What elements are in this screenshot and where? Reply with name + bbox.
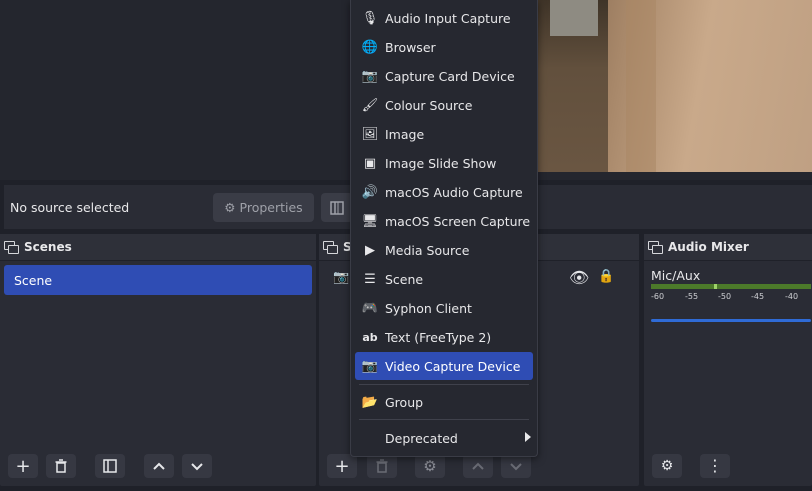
- scenes-header: Scenes: [0, 234, 316, 261]
- remove-source-button[interactable]: [367, 454, 397, 478]
- scene-list-item[interactable]: Scene: [4, 265, 312, 295]
- volume-slider[interactable]: [651, 319, 811, 322]
- menu-item-image-slide-show[interactable]: ▣ Image Slide Show: [355, 149, 533, 177]
- move-source-up-button[interactable]: [463, 454, 493, 478]
- menu-item-audio-input-capture[interactable]: 🎙 Audio Input Capture: [355, 4, 533, 32]
- menu-separator: [359, 384, 529, 385]
- meter-tick: -45: [751, 292, 765, 301]
- menu-item-capture-card-device[interactable]: 📷 Capture Card Device: [355, 62, 533, 90]
- meter-tick: -60: [651, 292, 665, 301]
- plus-icon: +: [334, 455, 350, 477]
- menu-item-text-freetype[interactable]: ab Text (FreeType 2): [355, 323, 533, 351]
- filters-button[interactable]: [321, 193, 353, 222]
- dock-float-icon[interactable]: [323, 241, 338, 254]
- mixer-menu-button[interactable]: ⋮: [700, 454, 730, 478]
- menu-item-group[interactable]: 📂 Group: [355, 388, 533, 416]
- speaker-icon: 🔊: [361, 184, 379, 200]
- add-source-button[interactable]: +: [327, 454, 357, 478]
- trash-icon: [55, 459, 67, 473]
- move-source-down-button[interactable]: [501, 454, 531, 478]
- menu-item-scene[interactable]: ☰ Scene: [355, 265, 533, 293]
- source-properties-button[interactable]: ⚙: [415, 454, 445, 478]
- scene-filters-button[interactable]: [95, 454, 125, 478]
- dock-float-icon[interactable]: [648, 241, 663, 254]
- scene-item-label: Scene: [14, 272, 53, 288]
- menu-item-browser[interactable]: 🌐 Browser: [355, 33, 533, 61]
- menu-item-colour-source[interactable]: 🖌 Colour Source: [355, 91, 533, 119]
- trash-icon: [376, 459, 388, 473]
- filter-icon: [103, 459, 117, 473]
- add-source-menu: 🎙 Audio Input Capture 🌐 Browser 📷 Captur…: [350, 0, 538, 457]
- vertical-dots-icon: ⋮: [707, 456, 723, 475]
- preview-video: [536, 0, 812, 172]
- plus-icon: +: [15, 455, 31, 477]
- scenes-title: Scenes: [24, 240, 72, 254]
- meter-tick: -40: [785, 292, 799, 301]
- folder-icon: 📂: [361, 394, 379, 410]
- menu-item-macos-audio-capture[interactable]: 🔊 macOS Audio Capture: [355, 178, 533, 206]
- menu-item-deprecated[interactable]: Deprecated: [355, 424, 533, 452]
- gears-icon: ⚙: [660, 458, 674, 474]
- chevron-down-icon: [510, 463, 522, 471]
- play-icon: ▶: [365, 242, 375, 258]
- menu-separator: [359, 419, 529, 420]
- gamepad-icon: 🎮: [361, 300, 379, 316]
- chevron-down-icon: [191, 463, 203, 471]
- menu-item-media-source[interactable]: ▶ Media Source: [355, 236, 533, 264]
- move-scene-up-button[interactable]: [144, 454, 174, 478]
- deprecated-label: Deprecated: [385, 430, 458, 446]
- filter-icon: [330, 200, 344, 215]
- camera-icon: 📷: [333, 270, 350, 285]
- mixer-header: Audio Mixer: [644, 234, 812, 261]
- remove-scene-button[interactable]: [46, 454, 76, 478]
- no-source-label: No source selected: [10, 200, 130, 215]
- list-icon: ☰: [364, 271, 376, 287]
- paintbrush-icon: 🖌: [361, 97, 379, 113]
- meter-tick: -50: [718, 292, 732, 301]
- menu-item-syphon-client[interactable]: 🎮 Syphon Client: [355, 294, 533, 322]
- chevron-up-icon: [153, 462, 165, 470]
- dock-float-icon[interactable]: [4, 241, 19, 254]
- image-icon: 🖼: [361, 126, 379, 142]
- globe-icon: 🌐: [361, 39, 379, 55]
- camera-icon: 📷: [361, 68, 379, 84]
- move-scene-down-button[interactable]: [182, 454, 212, 478]
- mixer-settings-button[interactable]: ⚙: [652, 454, 682, 478]
- menu-item-macos-screen-capture[interactable]: 🖥 macOS Screen Capture: [355, 207, 533, 235]
- mixer-title: Audio Mixer: [668, 240, 749, 254]
- text-icon: ab: [362, 330, 378, 344]
- audio-mixer-dock: Audio Mixer Mic/Aux -60 -55 -50 -45 -40 …: [644, 234, 812, 486]
- microphone-icon: 🎙: [361, 10, 379, 26]
- chevron-up-icon: [472, 462, 484, 470]
- scenes-dock: Scenes Scene +: [0, 234, 316, 486]
- properties-label: Properties: [239, 200, 303, 215]
- camera-icon: 📷: [361, 358, 379, 374]
- eye-icon[interactable]: 👁: [569, 268, 589, 287]
- volume-meter: [651, 284, 811, 289]
- add-scene-button[interactable]: +: [8, 454, 38, 478]
- meter-tick: -55: [685, 292, 699, 301]
- monitor-icon: 🖥: [361, 213, 379, 229]
- gear-icon: ⚙: [423, 457, 437, 475]
- mixer-channel-label: Mic/Aux: [651, 268, 701, 283]
- menu-item-video-capture-device[interactable]: 📷 Video Capture Device: [355, 352, 533, 380]
- properties-button[interactable]: ⚙ Properties: [213, 193, 314, 222]
- menu-item-image[interactable]: 🖼 Image: [355, 120, 533, 148]
- gear-icon: ⚙: [224, 200, 236, 215]
- submenu-arrow-icon: [525, 432, 531, 442]
- lock-icon[interactable]: 🔒: [598, 269, 614, 284]
- slideshow-icon: ▣: [363, 155, 377, 171]
